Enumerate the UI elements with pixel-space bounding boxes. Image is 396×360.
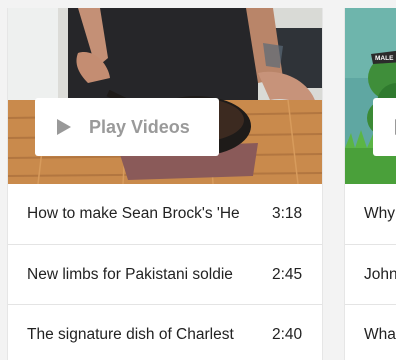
video-title: Why: [364, 205, 395, 222]
video-list: How to make Sean Brock's 'He 3:18 New li…: [8, 184, 322, 360]
video-list-item[interactable]: The signature dish of Charlest 2:40: [8, 304, 322, 360]
video-duration: 3:18: [272, 205, 303, 222]
video-thumbnail[interactable]: Play Videos: [8, 8, 322, 184]
video-title: Wha: [364, 325, 396, 343]
video-playlist-card: MALE Why John Wha: [344, 8, 396, 360]
video-title: How to make Sean Brock's 'He: [27, 205, 240, 222]
video-title: John: [364, 265, 396, 283]
video-list-item[interactable]: Why: [345, 184, 396, 244]
video-title: New limbs for Pakistani soldie: [27, 265, 233, 283]
video-playlist-card: Play Videos How to make Sean Brock's 'He…: [7, 8, 323, 360]
play-videos-button[interactable]: [373, 98, 396, 156]
play-triangle-icon: [57, 119, 71, 135]
video-duration: 2:45: [272, 265, 303, 283]
video-duration: 2:40: [272, 325, 303, 343]
play-videos-label: Play Videos: [89, 116, 190, 137]
video-list-item[interactable]: New limbs for Pakistani soldie 2:45: [8, 244, 322, 304]
video-thumbnail[interactable]: MALE: [345, 8, 396, 184]
video-list-item[interactable]: Wha: [345, 304, 396, 360]
video-list-item[interactable]: How to make Sean Brock's 'He 3:18: [8, 184, 322, 244]
video-list: Why John Wha: [345, 184, 396, 360]
play-videos-button[interactable]: Play Videos: [35, 98, 219, 156]
thumbnail-badge: MALE: [375, 55, 394, 62]
thumbnail-image: [8, 8, 322, 184]
thumbnail-image: MALE: [345, 8, 396, 184]
video-list-item[interactable]: John: [345, 244, 396, 304]
video-title: The signature dish of Charlest: [27, 325, 234, 343]
